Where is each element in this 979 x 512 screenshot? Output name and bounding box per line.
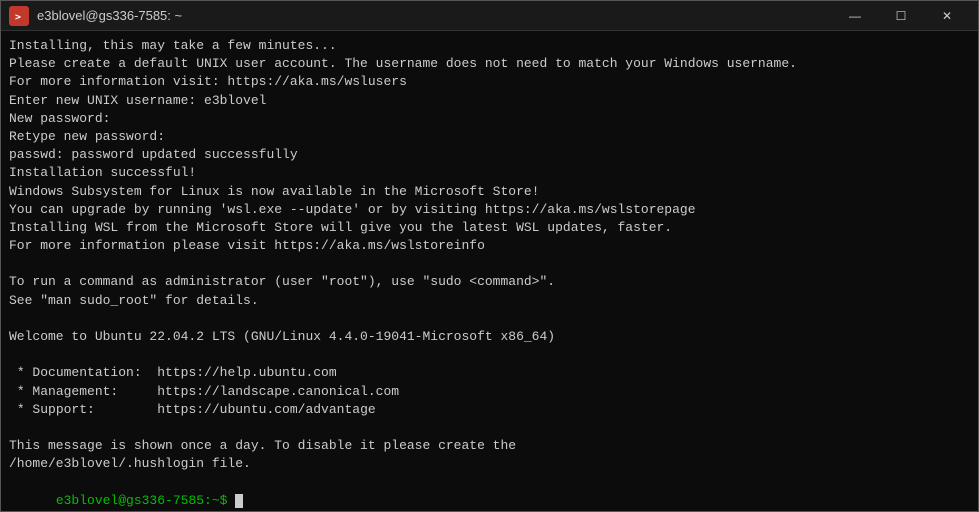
terminal-window: > e3blovel@gs336-7585: ~ — ☐ ✕ Installin…	[0, 0, 979, 512]
terminal-body[interactable]: Installing, this may take a few minutes.…	[1, 31, 978, 511]
terminal-line: * Management: https://landscape.canonica…	[9, 383, 970, 401]
terminal-line: * Support: https://ubuntu.com/advantage	[9, 401, 970, 419]
terminal-line: Retype new password:	[9, 128, 970, 146]
svg-text:>: >	[15, 12, 21, 23]
terminal-line: Welcome to Ubuntu 22.04.2 LTS (GNU/Linux…	[9, 328, 970, 346]
blank-line	[9, 255, 970, 273]
blank-line	[9, 346, 970, 364]
close-button[interactable]: ✕	[924, 1, 970, 31]
blank-line	[9, 310, 970, 328]
terminal-prompt-line: e3blovel@gs336-7585:~$	[9, 474, 970, 512]
terminal-line: Enter new UNIX username: e3blovel	[9, 92, 970, 110]
blank-line	[9, 419, 970, 437]
window-title: e3blovel@gs336-7585: ~	[37, 8, 832, 23]
terminal-line: * Documentation: https://help.ubuntu.com	[9, 364, 970, 382]
terminal-line: For more information visit: https://aka.…	[9, 73, 970, 91]
terminal-line: For more information please visit https:…	[9, 237, 970, 255]
terminal-line: /home/e3blovel/.hushlogin file.	[9, 455, 970, 473]
terminal-line: To run a command as administrator (user …	[9, 273, 970, 291]
maximize-button[interactable]: ☐	[878, 1, 924, 31]
titlebar: > e3blovel@gs336-7585: ~ — ☐ ✕	[1, 1, 978, 31]
window-controls: — ☐ ✕	[832, 1, 970, 31]
terminal-line: Please create a default UNIX user accoun…	[9, 55, 970, 73]
terminal-line: passwd: password updated successfully	[9, 146, 970, 164]
prompt-text: e3blovel@gs336-7585:~$	[56, 493, 235, 508]
minimize-button[interactable]: —	[832, 1, 878, 31]
cursor	[235, 494, 243, 508]
terminal-line: Installation successful!	[9, 164, 970, 182]
terminal-line: You can upgrade by running 'wsl.exe --up…	[9, 201, 970, 219]
terminal-line: New password:	[9, 110, 970, 128]
terminal-line: See "man sudo_root" for details.	[9, 292, 970, 310]
terminal-line: Installing, this may take a few minutes.…	[9, 37, 970, 55]
terminal-line: This message is shown once a day. To dis…	[9, 437, 970, 455]
terminal-line: Windows Subsystem for Linux is now avail…	[9, 183, 970, 201]
terminal-line: Installing WSL from the Microsoft Store …	[9, 219, 970, 237]
app-icon: >	[9, 6, 29, 26]
